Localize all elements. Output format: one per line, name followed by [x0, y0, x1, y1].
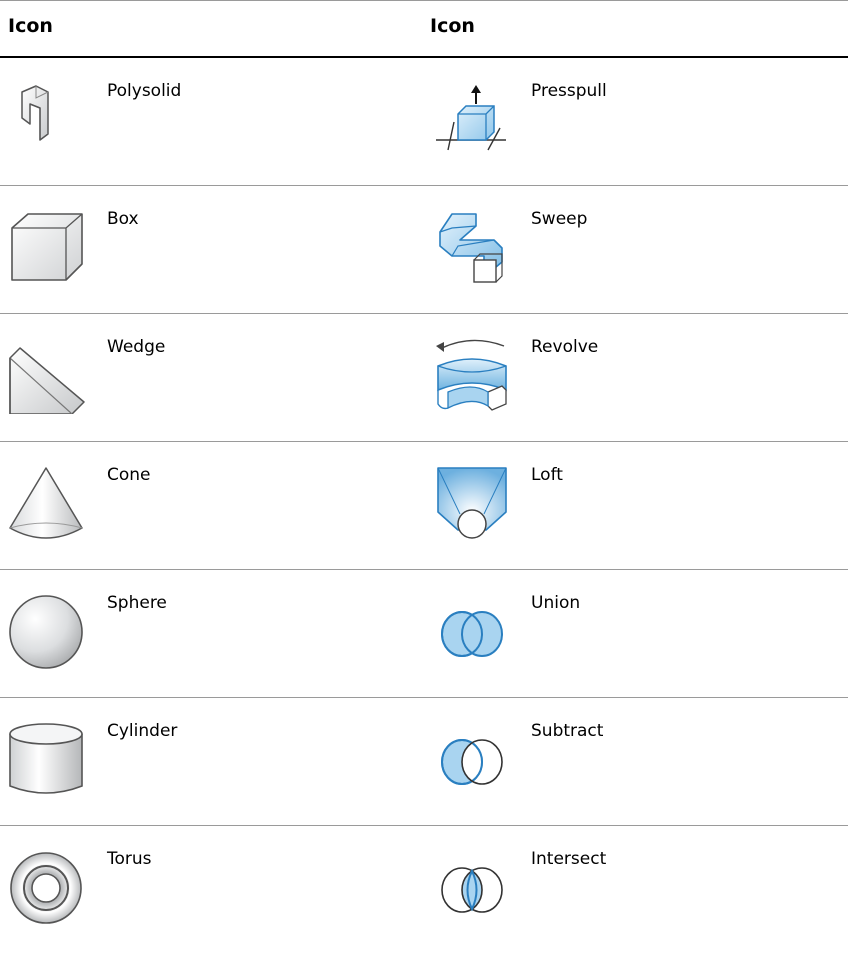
cone-icon — [6, 462, 86, 542]
wedge-icon — [6, 334, 86, 414]
table-cell: Wedge — [0, 314, 424, 441]
command-label: Torus — [107, 849, 152, 869]
command-label: Sphere — [107, 593, 167, 613]
table-row: Box Sweep — [0, 186, 848, 314]
column-header-left: Icon — [8, 15, 53, 37]
presspull-icon — [432, 78, 512, 158]
command-label: Loft — [531, 465, 563, 485]
table-row: Sphere Union — [0, 570, 848, 698]
command-label: Sweep — [531, 209, 588, 229]
intersect-icon — [432, 846, 512, 926]
table-cell: Cone — [0, 442, 424, 569]
command-label: Presspull — [531, 81, 607, 101]
command-label: Revolve — [531, 337, 599, 357]
sphere-icon — [6, 590, 86, 670]
command-label: Cone — [107, 465, 151, 485]
table-row: Wedge Revolve — [0, 314, 848, 442]
union-icon — [432, 590, 512, 670]
revolve-icon — [432, 334, 512, 414]
command-label: Subtract — [531, 721, 604, 741]
table-cell: Sphere — [0, 570, 424, 697]
command-label: Box — [107, 209, 139, 229]
torus-icon — [6, 846, 86, 926]
table-cell: Union — [424, 570, 848, 697]
cylinder-icon — [6, 718, 86, 798]
sweep-icon — [432, 206, 512, 286]
box-icon — [6, 206, 86, 286]
command-label: Intersect — [531, 849, 607, 869]
table-cell: Torus — [0, 826, 424, 953]
table-cell: Intersect — [424, 826, 848, 953]
table-cell: Polysolid — [0, 58, 424, 185]
table-row: Polysolid Presspull — [0, 58, 848, 186]
table-cell: Sweep — [424, 186, 848, 313]
table-cell: Presspull — [424, 58, 848, 185]
table-cell: Subtract — [424, 698, 848, 825]
table-cell: Box — [0, 186, 424, 313]
table-cell: Cylinder — [0, 698, 424, 825]
table-row: Torus Intersect — [0, 826, 848, 953]
subtract-icon — [432, 718, 512, 798]
command-label: Polysolid — [107, 81, 182, 101]
loft-icon — [432, 462, 512, 542]
table-top-rule — [0, 0, 848, 1]
table-cell: Revolve — [424, 314, 848, 441]
table-row: Cylinder Subtract — [0, 698, 848, 826]
column-header-right: Icon — [430, 15, 475, 37]
command-label: Wedge — [107, 337, 166, 357]
command-label: Union — [531, 593, 581, 613]
table-cell: Loft — [424, 442, 848, 569]
table-row: Cone Loft — [0, 442, 848, 570]
polysolid-icon — [6, 78, 86, 158]
command-label: Cylinder — [107, 721, 178, 741]
